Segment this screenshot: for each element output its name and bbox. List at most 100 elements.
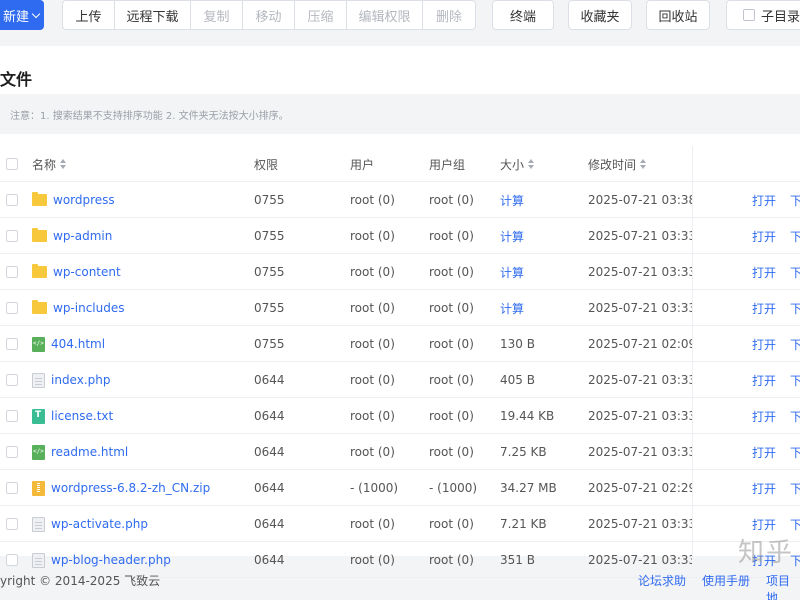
table-row[interactable]: wp-includes 0755 root (0) root (0) 计算 20… — [0, 290, 800, 326]
row-checkbox[interactable] — [6, 194, 18, 206]
terminal-button[interactable]: 终端 — [492, 0, 554, 30]
permission-value: 0644 — [254, 409, 285, 423]
row-checkbox[interactable] — [6, 230, 18, 242]
open-link[interactable]: 打开 — [752, 444, 776, 461]
open-link[interactable]: 打开 — [752, 516, 776, 533]
file-name-link[interactable]: wordpress-6.8.2-zh_CN.zip — [51, 481, 210, 495]
copy-button[interactable]: 复制 — [190, 0, 242, 30]
file-name-cell: index.php — [32, 362, 242, 398]
recycle-bin-label: 回收站 — [658, 9, 698, 25]
open-link[interactable]: 打开 — [752, 480, 776, 497]
row-checkbox[interactable] — [6, 302, 18, 314]
calculate-size-link[interactable]: 计算 — [500, 228, 524, 245]
row-checkbox[interactable] — [6, 410, 18, 422]
row-checkbox[interactable] — [6, 374, 18, 386]
row-checkbox[interactable] — [6, 446, 18, 458]
move-button[interactable]: 移动 — [242, 0, 294, 30]
toolbar: 新建 上传 远程下载 复制 移动 压缩 编辑权限 删除 终端 收藏夹 回收站 子… — [0, 0, 800, 30]
row-select-cell — [6, 182, 22, 218]
file-name-link[interactable]: 404.html — [51, 337, 105, 351]
delete-label: 删除 — [435, 9, 462, 25]
table-row[interactable]: wp-content 0755 root (0) root (0) 计算 202… — [0, 254, 800, 290]
group-value: root (0) — [429, 337, 474, 351]
new-button-label: 新建 — [2, 9, 29, 25]
group-cell: root (0) — [429, 506, 499, 542]
column-size[interactable]: 大小 — [500, 146, 582, 182]
download-link[interactable]: 下 — [790, 264, 800, 281]
compress-button[interactable]: 压缩 — [294, 0, 346, 30]
notice-banner: 注意：1. 搜索结果不支持排序功能 2. 文件夹无法按大小排序。 — [0, 94, 800, 134]
size-value: 130 B — [500, 337, 535, 351]
table-row[interactable]: readme.html 0644 root (0) root (0) 7.25 … — [0, 434, 800, 470]
table-row[interactable]: wp-activate.php 0644 root (0) root (0) 7… — [0, 506, 800, 542]
file-name-link[interactable]: license.txt — [51, 409, 113, 423]
table-row[interactable]: index.php 0644 root (0) root (0) 405 B 2… — [0, 362, 800, 398]
permission-cell: 0644 — [254, 434, 334, 470]
download-link[interactable]: 下 — [790, 300, 800, 317]
row-checkbox[interactable] — [6, 518, 18, 530]
download-link[interactable]: 下 — [790, 228, 800, 245]
terminal-label: 终端 — [509, 9, 536, 25]
user-value: root (0) — [350, 373, 395, 387]
row-select-cell — [6, 398, 22, 434]
copy-label: 复制 — [203, 9, 230, 25]
user-value: root (0) — [350, 193, 395, 207]
file-table: 名称 权限 用户 用户组 大小 修改时间 wordpress 0755 root… — [0, 146, 800, 578]
file-name-cell: wp-activate.php — [32, 506, 242, 542]
column-name[interactable]: 名称 — [32, 146, 242, 182]
recycle-bin-button[interactable]: 回收站 — [646, 0, 710, 30]
edit-permissions-button[interactable]: 编辑权限 — [346, 0, 422, 30]
table-row[interactable]: 404.html 0755 root (0) root (0) 130 B 20… — [0, 326, 800, 362]
open-link[interactable]: 打开 — [752, 300, 776, 317]
manual-link[interactable]: 使用手册 — [702, 572, 750, 589]
subdirectory-checkbox[interactable] — [743, 9, 755, 21]
download-link[interactable]: 下 — [790, 408, 800, 425]
table-row[interactable]: license.txt 0644 root (0) root (0) 19.44… — [0, 398, 800, 434]
delete-button[interactable]: 删除 — [422, 0, 476, 30]
download-link[interactable]: 下 — [790, 516, 800, 533]
open-link[interactable]: 打开 — [752, 408, 776, 425]
row-checkbox[interactable] — [6, 482, 18, 494]
favorites-button[interactable]: 收藏夹 — [568, 0, 632, 30]
group-value: root (0) — [429, 193, 474, 207]
calculate-size-link[interactable]: 计算 — [500, 300, 524, 317]
open-link[interactable]: 打开 — [752, 336, 776, 353]
file-name-link[interactable]: wp-admin — [53, 229, 112, 243]
open-link[interactable]: 打开 — [752, 192, 776, 209]
table-row[interactable]: wordpress-6.8.2-zh_CN.zip 0644 - (1000) … — [0, 470, 800, 506]
file-name-link[interactable]: index.php — [51, 373, 110, 387]
column-user-label: 用户 — [350, 157, 375, 172]
table-header: 名称 权限 用户 用户组 大小 修改时间 — [0, 146, 800, 182]
file-name-link[interactable]: readme.html — [51, 445, 128, 459]
new-button[interactable]: 新建 — [0, 0, 44, 30]
row-checkbox[interactable] — [6, 338, 18, 350]
upload-button[interactable]: 上传 — [62, 0, 114, 30]
open-link[interactable]: 打开 — [752, 264, 776, 281]
download-link[interactable]: 下 — [790, 372, 800, 389]
select-all-checkbox[interactable] — [6, 158, 18, 170]
calculate-size-link[interactable]: 计算 — [500, 264, 524, 281]
subdirectory-toggle[interactable]: 子目录 — [726, 0, 800, 30]
download-link[interactable]: 下 — [790, 444, 800, 461]
open-link[interactable]: 打开 — [752, 228, 776, 245]
forum-link[interactable]: 论坛求助 — [638, 572, 686, 589]
calculate-size-link[interactable]: 计算 — [500, 192, 524, 209]
table-row[interactable]: wp-admin 0755 root (0) root (0) 计算 2025-… — [0, 218, 800, 254]
file-name-link[interactable]: wp-includes — [53, 301, 125, 315]
file-name-link[interactable]: wp-content — [53, 265, 121, 279]
file-name-link[interactable]: wp-activate.php — [51, 517, 148, 531]
user-value: root (0) — [350, 337, 395, 351]
download-link[interactable]: 下 — [790, 192, 800, 209]
open-link[interactable]: 打开 — [752, 372, 776, 389]
table-row[interactable]: wordpress 0755 root (0) root (0) 计算 2025… — [0, 182, 800, 218]
file-name-link[interactable]: wordpress — [53, 193, 115, 207]
remote-download-button[interactable]: 远程下载 — [114, 0, 190, 30]
permission-cell: 0644 — [254, 506, 334, 542]
size-value: 7.25 KB — [500, 445, 547, 459]
row-checkbox[interactable] — [6, 266, 18, 278]
download-link[interactable]: 下 — [790, 480, 800, 497]
permission-value: 0644 — [254, 481, 285, 495]
download-link[interactable]: 下 — [790, 336, 800, 353]
project-link[interactable]: 项目地 — [766, 572, 800, 600]
column-modified[interactable]: 修改时间 — [588, 146, 692, 182]
